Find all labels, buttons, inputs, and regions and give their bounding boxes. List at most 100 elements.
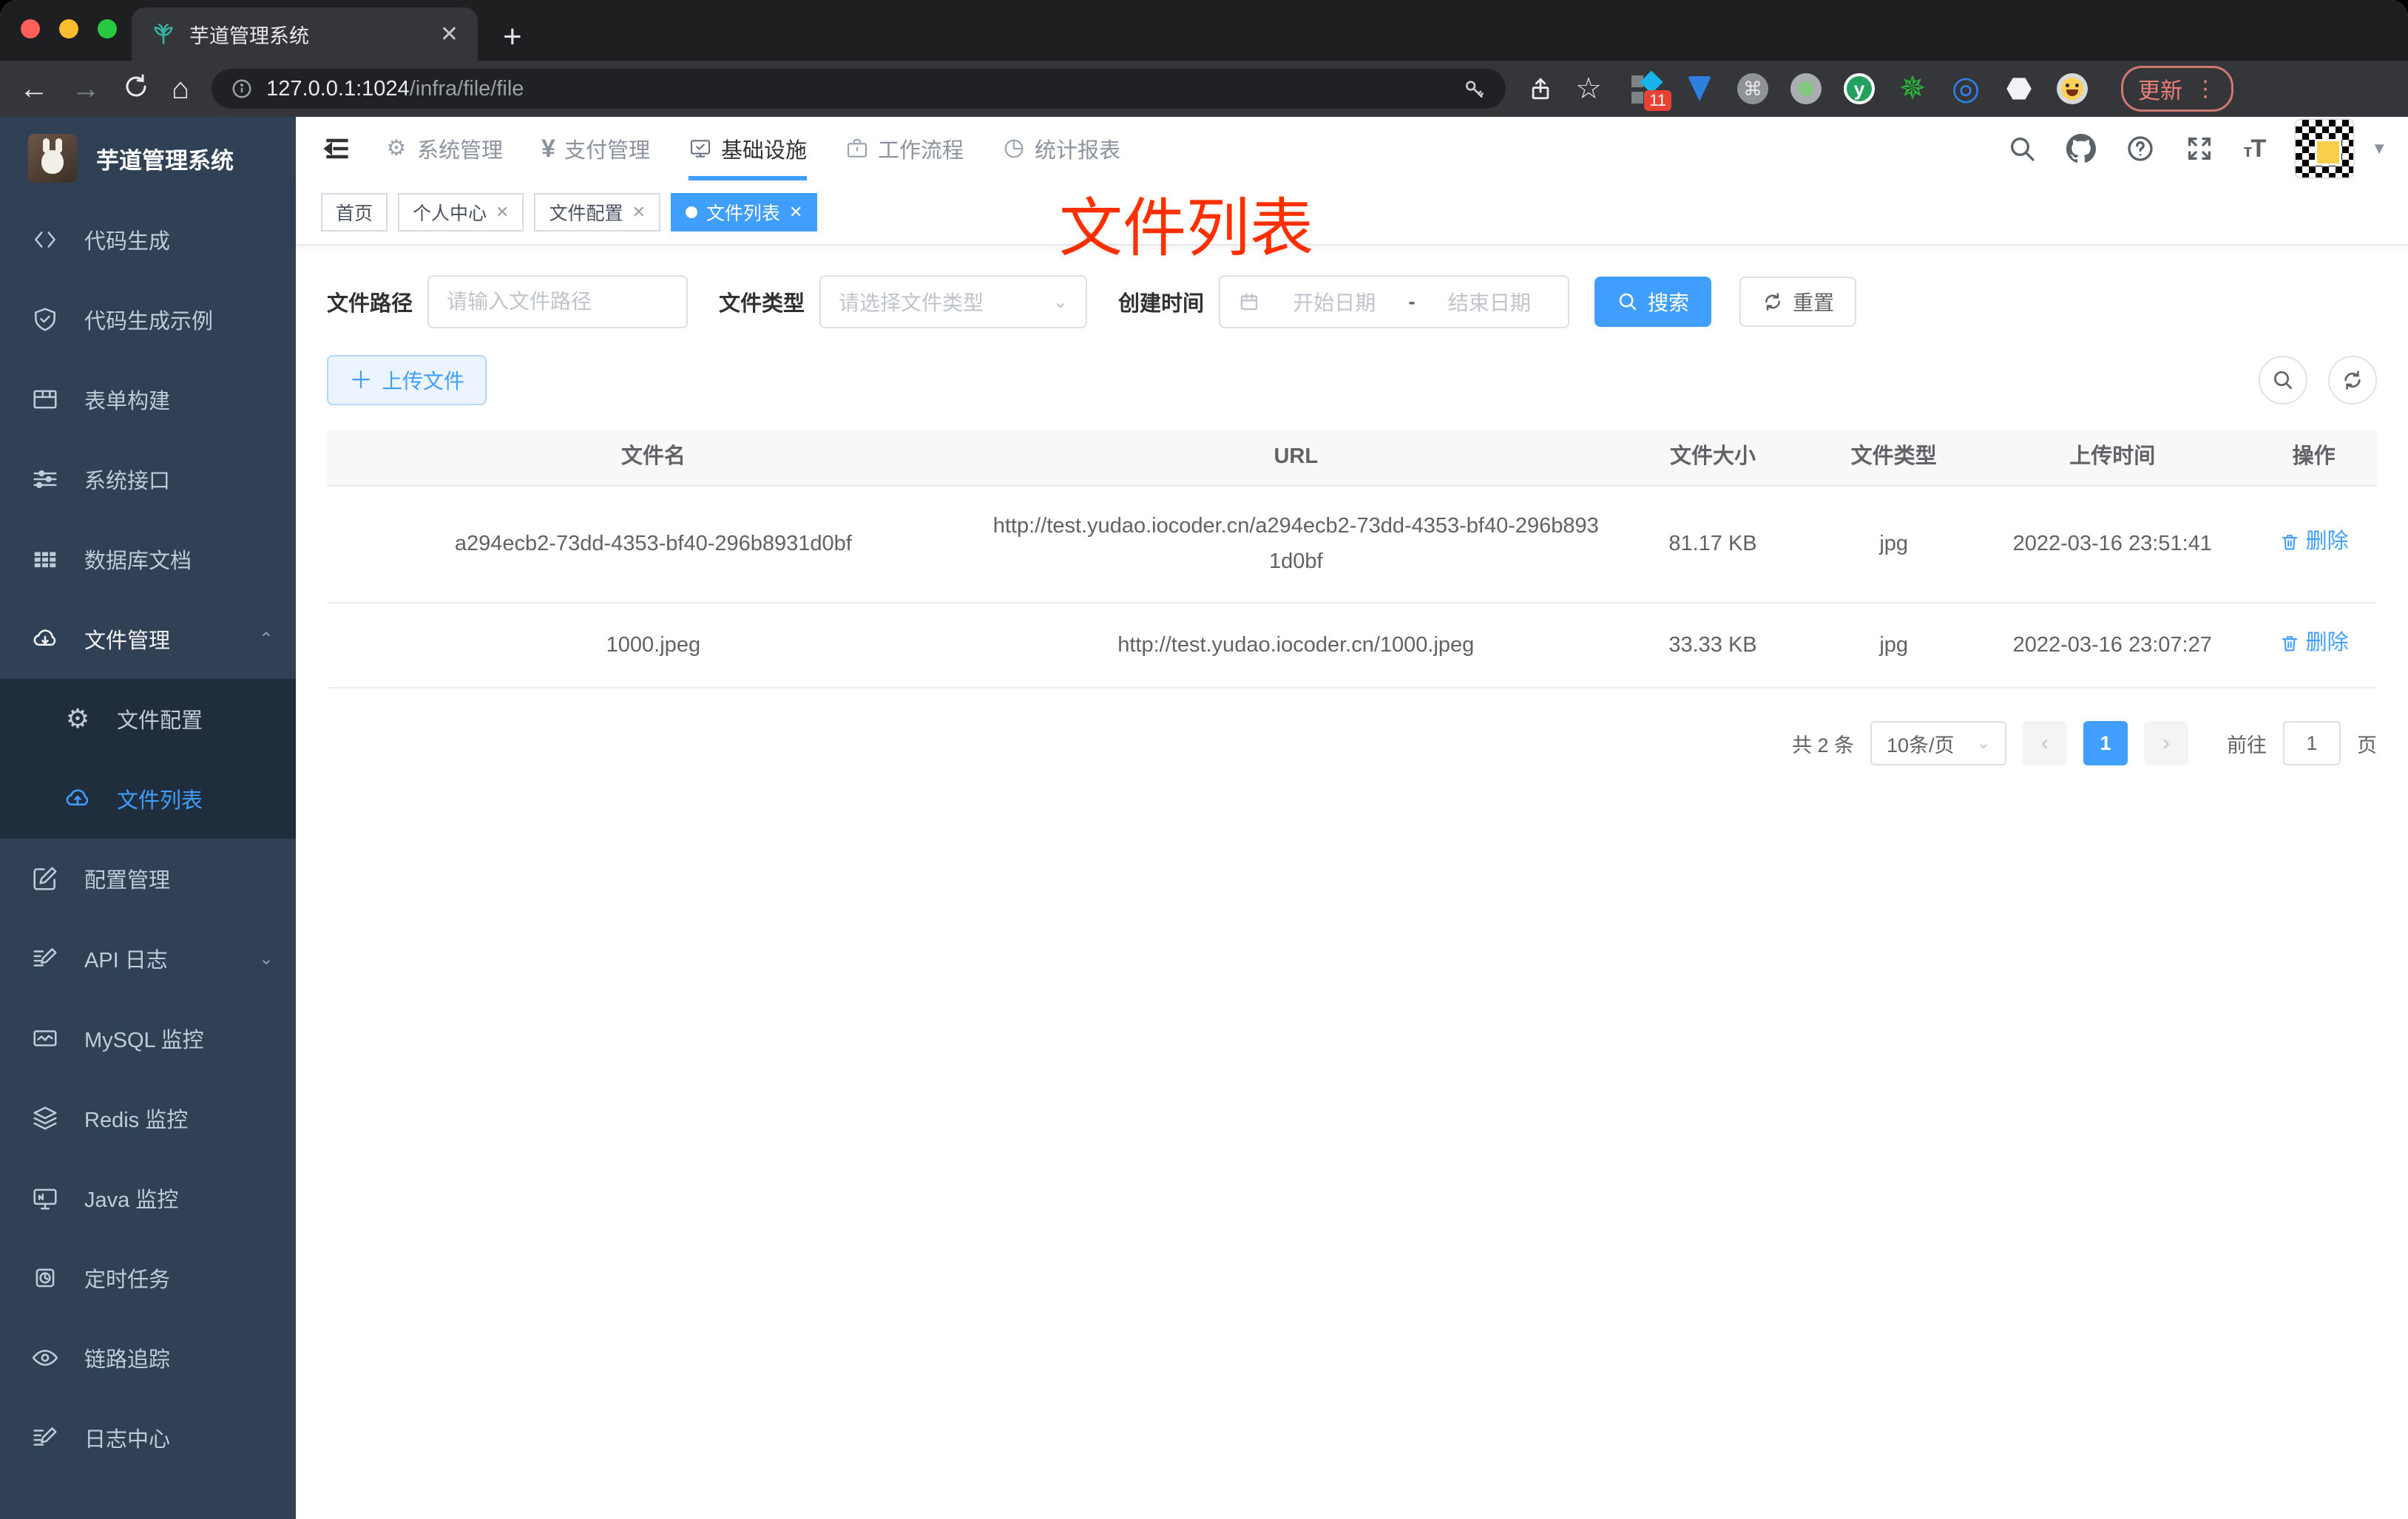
sidebar-item-code-demo[interactable]: 代码生成示例: [0, 280, 296, 359]
extension-y-icon[interactable]: y: [1843, 72, 1876, 105]
extension-emoji-icon[interactable]: [2056, 72, 2089, 105]
prev-page-button[interactable]: ‹: [2023, 721, 2067, 766]
sidebar-logo[interactable]: 芋道管理系统: [0, 117, 296, 200]
view-tab-home[interactable]: 首页: [321, 193, 388, 231]
help-icon[interactable]: [2125, 134, 2155, 163]
sidebar-item-label: 链路追踪: [84, 1348, 171, 1372]
next-page-button[interactable]: ›: [2144, 721, 2188, 766]
layers-icon: [31, 1104, 59, 1132]
cell-type: jpg: [1879, 531, 1909, 555]
topnav-workflow[interactable]: 工作流程: [826, 117, 983, 180]
chart-line-icon: [31, 1024, 59, 1052]
date-separator: -: [1408, 290, 1416, 313]
file-type-select[interactable]: 请选择文件类型 ⌄: [819, 275, 1088, 328]
sidebar-item-scheduled-tasks[interactable]: 定时任务: [0, 1238, 296, 1318]
sliders-icon: [31, 465, 59, 493]
file-type-label: 文件类型: [719, 292, 805, 316]
extension-puzzle-icon[interactable]: ⬣: [2003, 72, 2035, 105]
extension-command-icon[interactable]: ⌘: [1736, 72, 1769, 105]
extension-grey-dot-icon[interactable]: [1790, 72, 1822, 105]
bookmark-star-icon[interactable]: ☆: [1575, 74, 1602, 104]
chrome-update-button[interactable]: 更新 ⋮: [2121, 66, 2234, 112]
reset-button[interactable]: 重置: [1739, 277, 1857, 327]
end-date-placeholder[interactable]: 结束日期: [1429, 287, 1550, 317]
home-icon[interactable]: ⌂: [172, 74, 189, 104]
sidebar-item-config-management[interactable]: 配置管理: [0, 839, 296, 918]
close-icon[interactable]: ✕: [789, 203, 802, 222]
browser-window: 芋道管理系统 ✕ + ← → ⌂ 127.0.0.1:1024/infra/fi…: [0, 0, 2408, 1519]
table-row: 1000.jpeg http://test.yudao.iocoder.cn/1…: [327, 603, 2377, 689]
sidebar-item-file-config[interactable]: ⚙ 文件配置: [0, 679, 296, 759]
close-window-button[interactable]: [21, 19, 40, 38]
file-path-input[interactable]: [447, 290, 669, 314]
maximize-window-button[interactable]: [98, 19, 117, 38]
password-key-icon[interactable]: [1463, 77, 1487, 101]
page-size-select[interactable]: 10条/页 ⌄: [1870, 721, 2006, 766]
menu-dots-icon[interactable]: ⋮: [2194, 76, 2216, 102]
search-icon[interactable]: [2007, 134, 2037, 163]
sidebar-item-file-list[interactable]: 文件列表: [0, 759, 296, 839]
view-tab-file-list[interactable]: 文件列表 ✕: [670, 193, 818, 231]
goto-page-input[interactable]: [2283, 721, 2341, 766]
extension-target-icon[interactable]: ◎: [1949, 72, 1982, 105]
close-icon[interactable]: ✕: [496, 203, 509, 222]
sidebar-item-log-center[interactable]: 日志中心: [0, 1398, 296, 1478]
site-info-icon[interactable]: [231, 78, 253, 100]
close-icon[interactable]: ✕: [632, 203, 645, 222]
sidebar-item-db-doc[interactable]: 数据库文档: [0, 519, 296, 599]
date-range-picker[interactable]: 开始日期 - 结束日期: [1219, 275, 1570, 328]
upload-file-button[interactable]: ＋ 上传文件: [327, 355, 487, 405]
sidebar-item-label: 代码生成示例: [84, 310, 214, 334]
avatar[interactable]: [2294, 118, 2355, 179]
extension-green-star-icon[interactable]: ✵: [1896, 72, 1929, 105]
share-icon[interactable]: [1528, 76, 1553, 101]
delete-button[interactable]: 删除: [2279, 626, 2349, 661]
avatar-caret-icon[interactable]: ▼: [2371, 139, 2387, 158]
extension-tampermonkey-icon[interactable]: 11: [1630, 70, 1672, 111]
refresh-table-button[interactable]: [2328, 356, 2377, 405]
sidebar-item-label: Java 监控: [84, 1188, 179, 1212]
topnav-system[interactable]: ⚙ 系统管理: [365, 117, 522, 180]
sidebar-item-mysql-monitor[interactable]: MySQL 监控: [0, 998, 296, 1078]
sidebar-item-java-monitor[interactable]: Java 监控: [0, 1158, 296, 1238]
forward-icon[interactable]: →: [71, 74, 101, 104]
file-path-field[interactable]: [427, 275, 689, 328]
window-controls: [21, 19, 117, 38]
page-size-value: 10条/页: [1887, 734, 1955, 757]
edit-square-icon: [31, 865, 59, 893]
sidebar-item-system-api[interactable]: 系统接口: [0, 439, 296, 519]
back-icon[interactable]: ←: [19, 74, 49, 104]
fullscreen-icon[interactable]: [2185, 134, 2214, 163]
view-tab-profile[interactable]: 个人中心 ✕: [398, 193, 524, 231]
sidebar-item-form-builder[interactable]: 表单构建: [0, 359, 296, 439]
start-date-placeholder[interactable]: 开始日期: [1274, 287, 1395, 317]
delete-button[interactable]: 删除: [2279, 524, 2349, 560]
sidebar-item-api-log[interactable]: API 日志 ⌄: [0, 918, 296, 998]
github-icon[interactable]: [2066, 134, 2096, 163]
topnav-reports[interactable]: 统计报表: [983, 117, 1140, 180]
extension-gem-icon[interactable]: [1683, 72, 1716, 105]
trash-icon: [2282, 635, 2298, 651]
address-bar[interactable]: 127.0.0.1:1024/infra/file/file: [212, 69, 1506, 109]
sidebar-item-code-gen[interactable]: 代码生成: [0, 200, 296, 280]
reload-icon[interactable]: [123, 73, 149, 105]
topnav-payment[interactable]: ¥ 支付管理: [522, 117, 669, 180]
collapse-sidebar-icon[interactable]: [321, 132, 354, 165]
delete-label: 删除: [2305, 630, 2349, 654]
browser-tab[interactable]: 芋道管理系统 ✕: [132, 7, 478, 61]
log-center-icon: [31, 1424, 59, 1452]
current-page[interactable]: 1: [2083, 721, 2128, 766]
show-search-button[interactable]: [2259, 356, 2307, 405]
goto-label: 前往: [2227, 734, 2267, 757]
new-tab-button[interactable]: +: [503, 21, 522, 53]
search-button[interactable]: 搜索: [1594, 277, 1712, 327]
minimize-window-button[interactable]: [59, 19, 78, 38]
topnav-infrastructure[interactable]: 基础设施: [669, 117, 826, 180]
sidebar-item-file-management[interactable]: 文件管理 ⌃: [0, 599, 296, 679]
font-size-icon[interactable]: тT: [2244, 135, 2267, 163]
sidebar-item-trace[interactable]: 链路追踪: [0, 1318, 296, 1398]
tab-close-icon[interactable]: ✕: [440, 21, 459, 47]
view-tab-file-config[interactable]: 文件配置 ✕: [534, 193, 660, 231]
sidebar-item-redis-monitor[interactable]: Redis 监控: [0, 1078, 296, 1158]
chevron-down-icon: ⌄: [258, 948, 274, 969]
